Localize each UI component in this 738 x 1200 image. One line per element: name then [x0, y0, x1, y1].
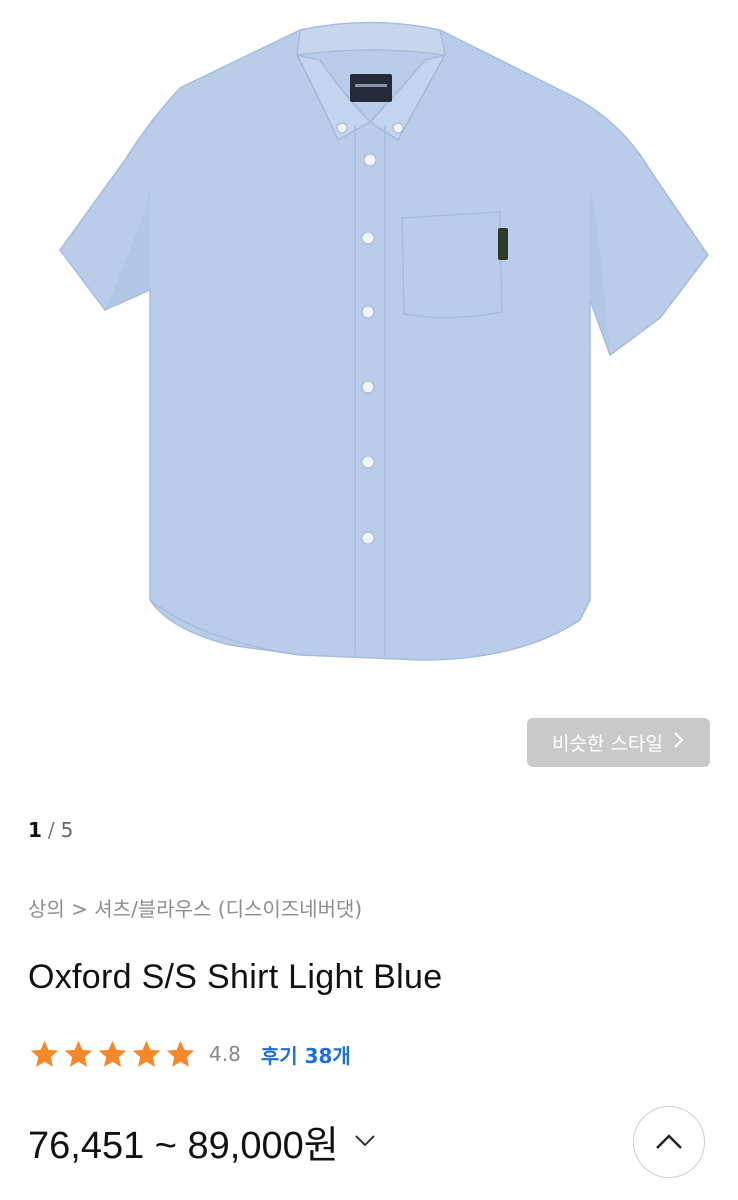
- product-title: Oxford S/S Shirt Light Blue: [28, 958, 443, 996]
- similar-style-button[interactable]: 비슷한 스타일: [527, 718, 710, 767]
- price-row: 76,451 ~ 89,000원: [28, 1115, 379, 1167]
- pager-current: 1: [28, 818, 42, 842]
- rating-stars: [28, 1038, 197, 1071]
- reviews-link[interactable]: 후기 38개: [261, 1040, 351, 1069]
- chevron-down-icon[interactable]: [351, 1127, 379, 1155]
- pager-total: 5: [60, 818, 74, 842]
- star-icon: [132, 1040, 161, 1067]
- rating-row: 4.8 후기 38개: [28, 1036, 351, 1072]
- scroll-to-top-button[interactable]: [633, 1106, 705, 1178]
- category-breadcrumb[interactable]: 상의 > 셔츠/블라우스 (디스이즈네버댓): [28, 893, 362, 922]
- rating-score: 4.8: [209, 1042, 241, 1066]
- star-icon: [30, 1040, 59, 1067]
- price-range: 76,451 ~ 89,000원: [28, 1124, 339, 1167]
- product-image[interactable]: [0, 0, 738, 690]
- chevron-up-icon: [656, 1134, 682, 1149]
- similar-style-label: 비슷한 스타일: [552, 733, 663, 755]
- shirt-illustration: [59, 21, 709, 661]
- star-icon: [64, 1040, 93, 1067]
- pager-separator: /: [47, 818, 55, 842]
- star-icon: [98, 1040, 127, 1067]
- star-icon: [166, 1040, 195, 1067]
- image-pager: 1/5: [28, 818, 73, 842]
- chevron-right-icon: [673, 731, 685, 754]
